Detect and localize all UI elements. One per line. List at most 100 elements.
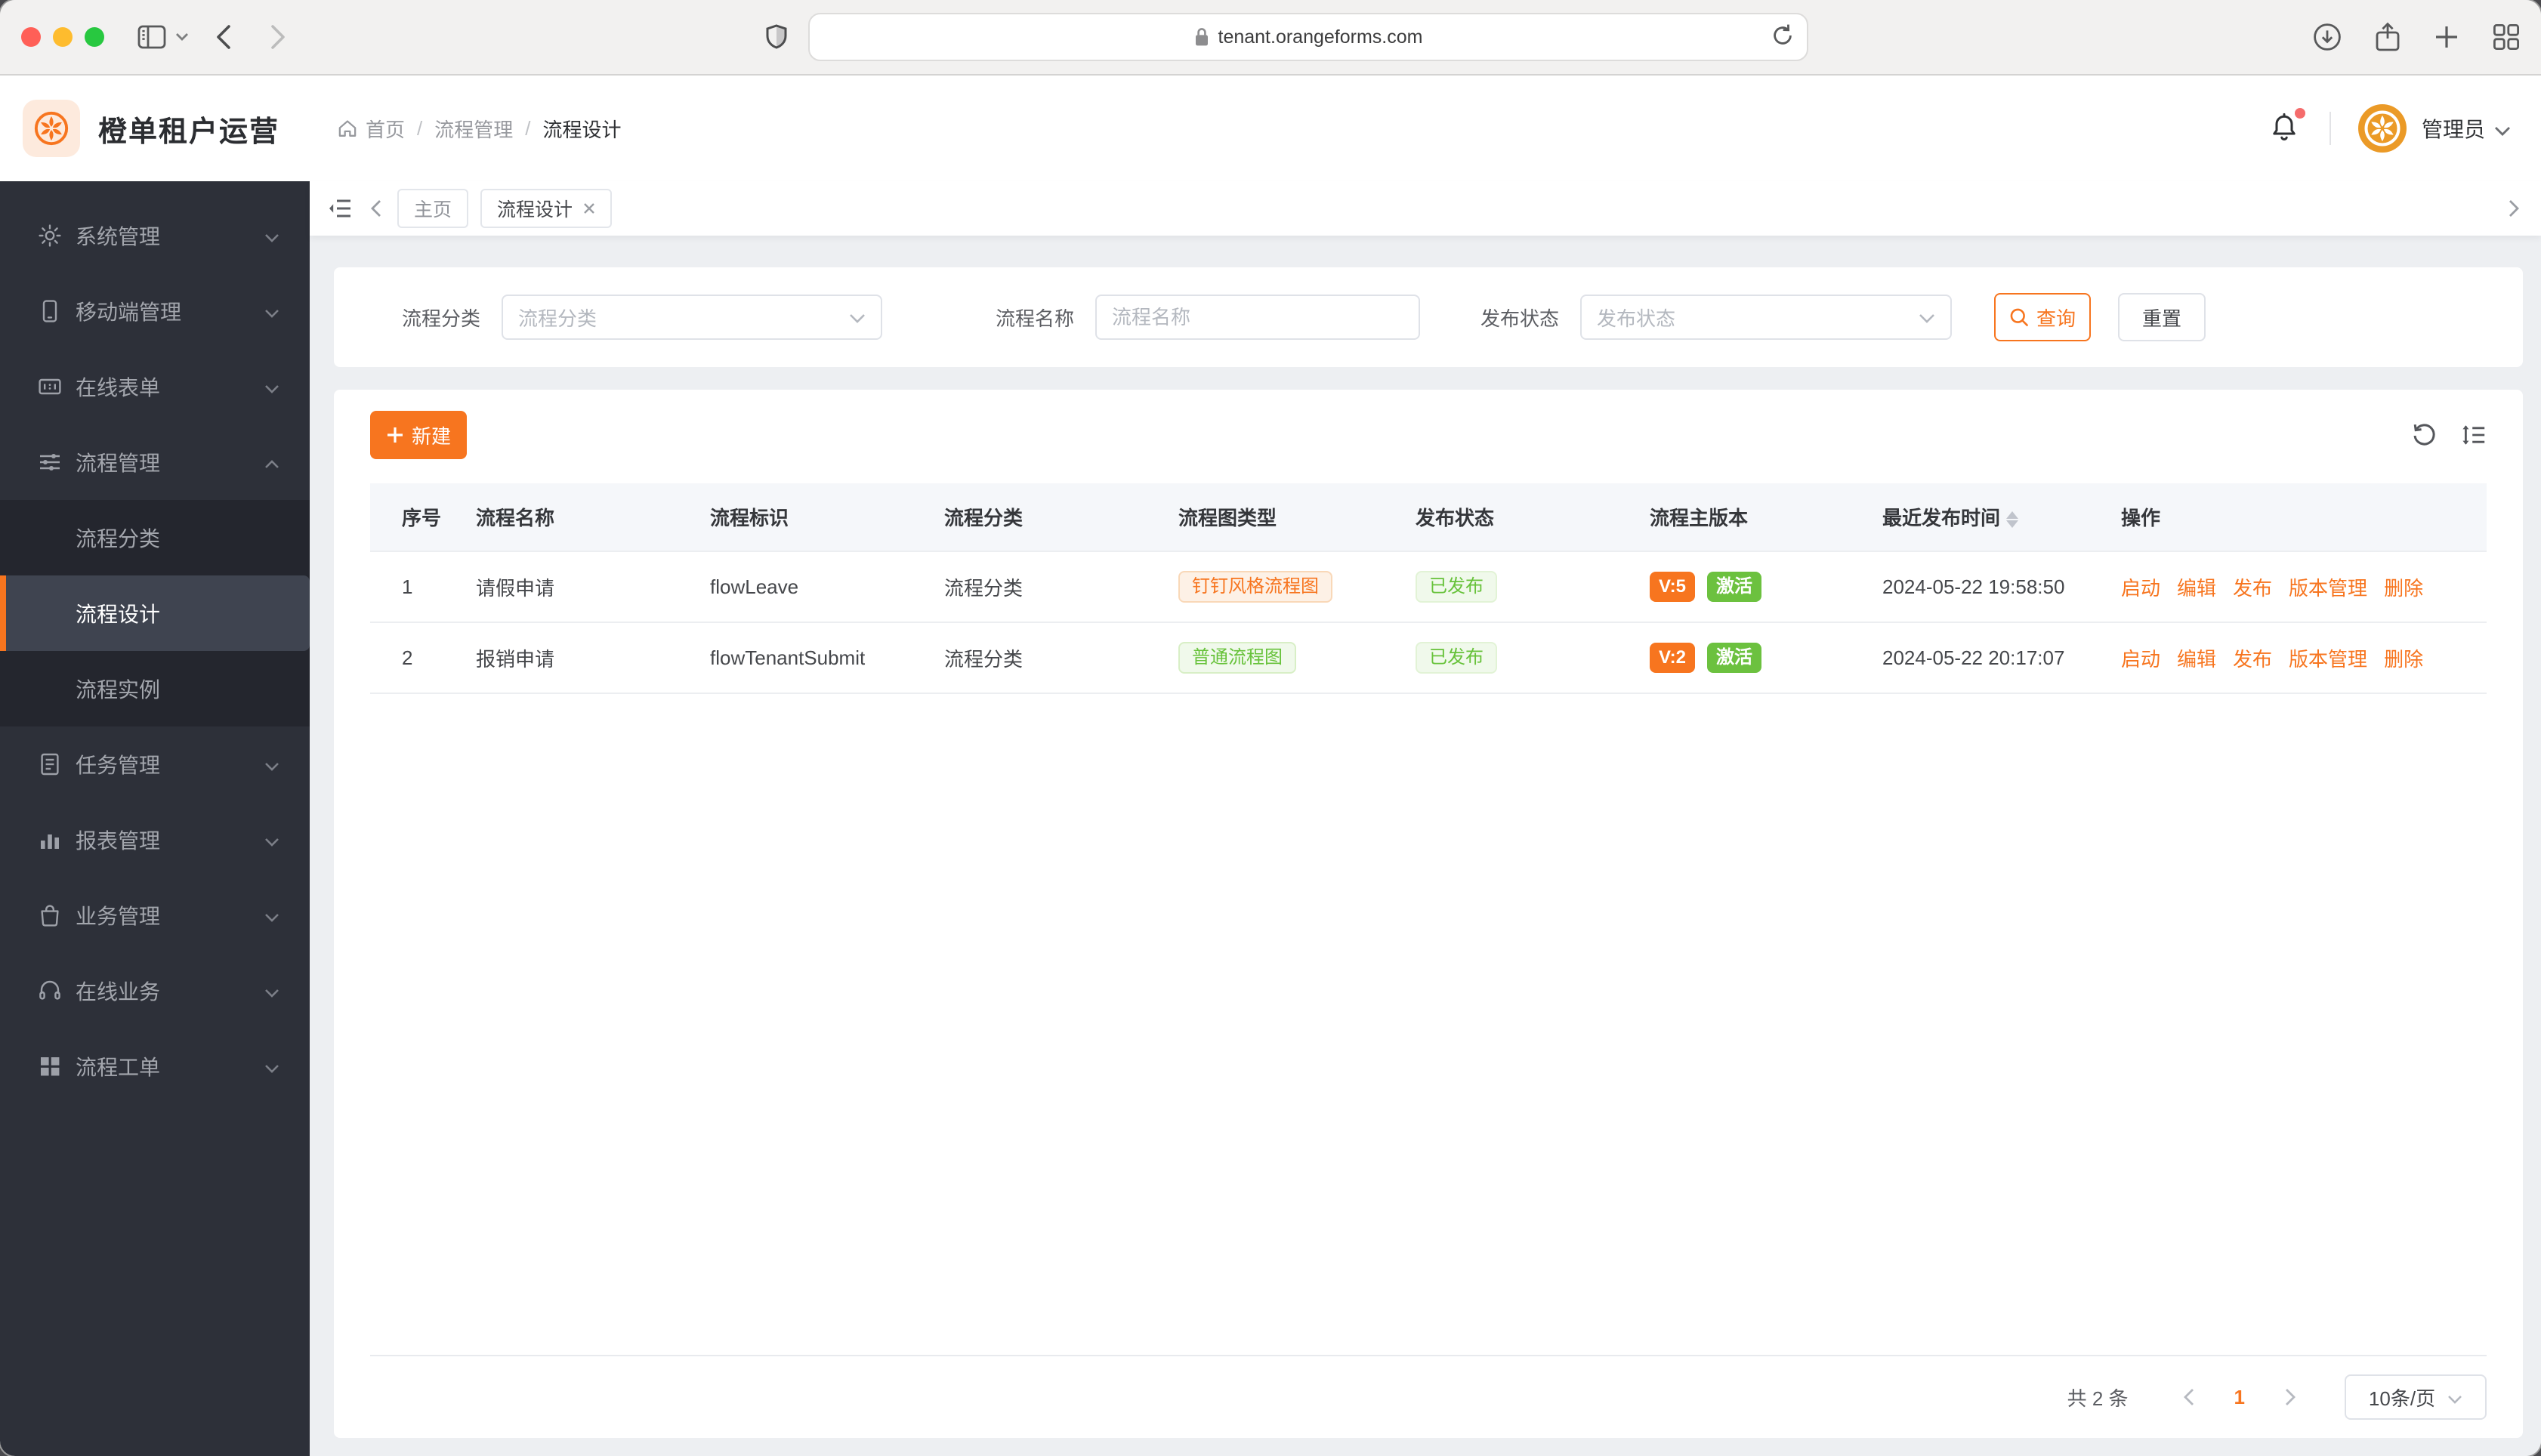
sidebar-item-online-forms[interactable]: 在线表单 bbox=[0, 349, 310, 424]
chevron-down-icon bbox=[264, 752, 279, 776]
mobile-icon bbox=[38, 299, 62, 323]
filter-panel: 流程分类 流程分类 流程名称 发布状态 发布状态 查询 bbox=[334, 267, 2523, 367]
cell-category: 流程分类 bbox=[932, 622, 1166, 694]
version-mgmt-link[interactable]: 版本管理 bbox=[2289, 577, 2367, 600]
col-published-at[interactable]: 最近发布时间 bbox=[1870, 483, 2109, 551]
sidebar-item-system-mgmt[interactable]: 系统管理 bbox=[0, 198, 310, 273]
cell-category: 流程分类 bbox=[932, 551, 1166, 623]
zoom-window-button[interactable] bbox=[85, 27, 104, 47]
cell-flow-key: flowTenantSubmit bbox=[698, 622, 932, 694]
breadcrumb-home[interactable]: 首页 bbox=[337, 115, 405, 143]
table-empty-area bbox=[370, 694, 2487, 1356]
cell-flow-key: flowLeave bbox=[698, 551, 932, 623]
sidebar-item-flow-mgmt[interactable]: 流程管理 bbox=[0, 424, 310, 500]
browser-window: tenant.orangeforms.com 橙单租户运营 首页 / 流程管理 … bbox=[0, 0, 2541, 1456]
url-text: tenant.orangeforms.com bbox=[1218, 26, 1423, 48]
active-badge: 激活 bbox=[1707, 643, 1762, 673]
reset-button[interactable]: 重置 bbox=[2118, 293, 2206, 341]
sort-carets-icon[interactable] bbox=[2006, 511, 2019, 529]
address-bar[interactable]: tenant.orangeforms.com bbox=[808, 13, 1808, 61]
start-link[interactable]: 启动 bbox=[2121, 577, 2160, 600]
sidebar: 系统管理 移动端管理 在线表单 流程管理 流程分类 流程设计 流程实例 任务管理… bbox=[0, 181, 310, 1456]
publish-link[interactable]: 发布 bbox=[2233, 648, 2272, 671]
filter-category-select[interactable]: 流程分类 bbox=[502, 295, 883, 340]
user-name[interactable]: 管理员 bbox=[2422, 113, 2485, 143]
sidebar-item-online-business[interactable]: 在线业务 bbox=[0, 953, 310, 1029]
breadcrumb-separator: / bbox=[417, 116, 423, 140]
close-window-button[interactable] bbox=[21, 27, 41, 47]
next-page-icon[interactable] bbox=[2263, 1388, 2317, 1406]
bell-icon bbox=[2273, 113, 2296, 140]
tabs-scroll-right-icon[interactable] bbox=[2508, 199, 2520, 217]
page-size-select[interactable]: 10条/页 bbox=[2345, 1374, 2487, 1420]
divider bbox=[2329, 112, 2331, 145]
delete-link[interactable]: 删除 bbox=[2384, 648, 2423, 671]
tabs-scroll-left-icon[interactable] bbox=[370, 199, 382, 217]
col-diagram-type: 流程图类型 bbox=[1166, 483, 1403, 551]
document-icon bbox=[38, 752, 62, 776]
app-title: 橙单租户运营 bbox=[98, 116, 280, 148]
create-button[interactable]: 新建 bbox=[370, 411, 467, 459]
col-index: 序号 bbox=[370, 483, 464, 551]
sliders-icon bbox=[38, 450, 62, 474]
close-icon[interactable] bbox=[583, 202, 595, 214]
form-icon bbox=[38, 375, 62, 399]
edit-link[interactable]: 编辑 bbox=[2177, 577, 2216, 600]
delete-link[interactable]: 删除 bbox=[2384, 577, 2423, 600]
pagination: 共 2 条 1 10条/页 bbox=[370, 1356, 2487, 1438]
sidebar-chevron-down-icon[interactable] bbox=[175, 32, 189, 42]
edit-link[interactable]: 编辑 bbox=[2177, 648, 2216, 671]
notification-bell-button[interactable] bbox=[2269, 108, 2305, 144]
avatar[interactable] bbox=[2357, 104, 2407, 153]
page-number[interactable]: 1 bbox=[2216, 1386, 2263, 1409]
query-button[interactable]: 查询 bbox=[1994, 293, 2092, 341]
chevron-down-icon bbox=[1919, 306, 1935, 329]
refresh-icon[interactable] bbox=[2411, 422, 2437, 448]
home-icon bbox=[338, 120, 357, 137]
chevron-down-icon bbox=[264, 979, 279, 1003]
safari-sidebar-icon[interactable] bbox=[137, 24, 166, 50]
diagram-type-tag: 钉钉风格流程图 bbox=[1178, 571, 1332, 603]
sidebar-item-task-mgmt[interactable]: 任务管理 bbox=[0, 726, 310, 802]
tab-home[interactable]: 主页 bbox=[397, 189, 469, 228]
new-tab-button[interactable] bbox=[2434, 24, 2459, 50]
user-menu-chevron-icon[interactable] bbox=[2494, 115, 2511, 143]
column-settings-icon[interactable] bbox=[2461, 423, 2487, 447]
sidebar-item-flow-instance[interactable]: 流程实例 bbox=[0, 651, 310, 726]
publish-link[interactable]: 发布 bbox=[2233, 577, 2272, 600]
minimize-window-button[interactable] bbox=[53, 27, 73, 47]
filter-status-select[interactable]: 发布状态 bbox=[1580, 295, 1953, 340]
cell-published-at: 2024-05-22 20:17:07 bbox=[1870, 622, 2109, 694]
chevron-up-icon bbox=[264, 450, 279, 474]
version-badge: V:5 bbox=[1650, 572, 1696, 602]
main-area: 主页 流程设计 流程分类 流程分类 流程名称 流程名称 发布状态 发布状态 查询… bbox=[310, 181, 2541, 1456]
sidebar-item-business-mgmt[interactable]: 业务管理 bbox=[0, 878, 310, 953]
tab-bar: 主页 流程设计 bbox=[310, 181, 2541, 236]
sidebar-item-report-mgmt[interactable]: 报表管理 bbox=[0, 802, 310, 878]
table-panel: 新建 序号 流程名称 流程标识 流程分类 流程图类型 发布状态 流程主版本 最近… bbox=[334, 390, 2523, 1438]
sidebar-item-mobile-mgmt[interactable]: 移动端管理 bbox=[0, 273, 310, 349]
privacy-shield-icon[interactable] bbox=[766, 24, 787, 50]
app-logo bbox=[23, 100, 80, 157]
version-mgmt-link[interactable]: 版本管理 bbox=[2289, 648, 2367, 671]
breadcrumb-level2[interactable]: 流程管理 bbox=[434, 115, 513, 143]
start-link[interactable]: 启动 bbox=[2121, 648, 2160, 671]
chevron-down-icon bbox=[849, 306, 866, 329]
sidebar-item-flow-design[interactable]: 流程设计 bbox=[0, 575, 310, 651]
forward-button[interactable] bbox=[270, 24, 286, 50]
tab-flow-design[interactable]: 流程设计 bbox=[480, 189, 613, 228]
lock-icon bbox=[1194, 27, 1209, 47]
sidebar-item-flow-workorder[interactable]: 流程工单 bbox=[0, 1029, 310, 1104]
sidebar-item-flow-category[interactable]: 流程分类 bbox=[0, 500, 310, 575]
tab-overview-button[interactable] bbox=[2493, 23, 2520, 51]
reload-icon[interactable] bbox=[1772, 23, 1793, 48]
active-badge: 激活 bbox=[1707, 572, 1762, 602]
share-button[interactable] bbox=[2375, 22, 2401, 52]
pagination-total: 共 2 条 bbox=[2067, 1387, 2129, 1410]
downloads-button[interactable] bbox=[2313, 23, 2342, 51]
prev-page-icon[interactable] bbox=[2162, 1388, 2216, 1406]
back-button[interactable] bbox=[216, 24, 231, 50]
filter-name-input[interactable] bbox=[1095, 295, 1421, 340]
cell-flow-name: 报销申请 bbox=[464, 622, 698, 694]
collapse-menu-icon[interactable] bbox=[328, 198, 352, 219]
